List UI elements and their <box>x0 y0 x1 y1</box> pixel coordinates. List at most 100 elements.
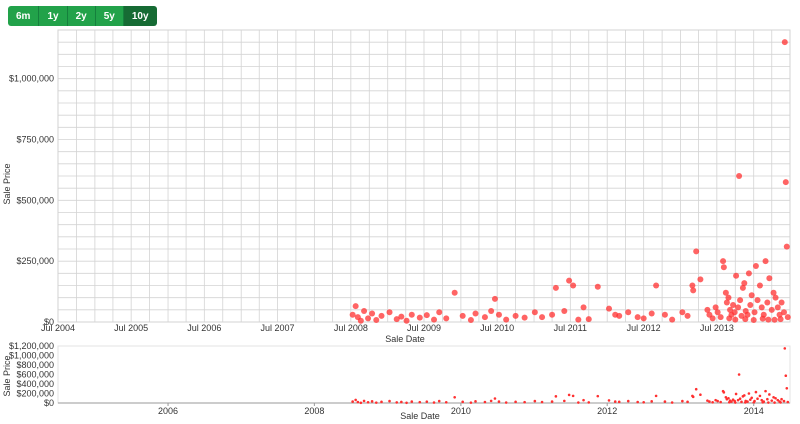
overview-data-point <box>650 400 653 403</box>
data-point <box>594 283 601 290</box>
data-point <box>781 39 788 46</box>
overview-data-point <box>686 400 689 404</box>
overview-data-point <box>733 401 737 404</box>
data-point <box>669 316 676 323</box>
overview-x-tick-label: 2012 <box>597 406 617 416</box>
overview-data-point <box>783 347 787 350</box>
overview-data-point <box>540 400 544 404</box>
data-point <box>352 303 359 310</box>
overview-plot-area <box>57 345 791 404</box>
overview-data-point <box>554 395 558 398</box>
overview-data-point <box>654 394 658 398</box>
overview-data-point <box>563 399 566 403</box>
main-y-tick-label: $250,000 <box>16 256 54 266</box>
overview-data-point <box>626 399 630 403</box>
overview-data-point <box>395 401 399 404</box>
overview-data-point <box>437 399 441 403</box>
main-x-tick-label: Jul 2008 <box>334 323 368 333</box>
data-point <box>717 314 724 321</box>
data-point <box>782 179 789 186</box>
data-point <box>751 309 758 316</box>
data-point <box>491 295 498 302</box>
overview-data-point <box>351 400 354 403</box>
data-point <box>720 258 727 265</box>
data-point <box>549 311 556 318</box>
data-point <box>531 309 538 316</box>
overview-data-point <box>533 399 537 403</box>
overview-data-point <box>354 398 357 402</box>
data-point <box>512 312 519 319</box>
overview-data-point <box>356 400 360 404</box>
overview-data-point <box>359 401 363 405</box>
overview-frame <box>57 345 791 404</box>
data-point <box>750 317 757 324</box>
data-point <box>585 316 592 323</box>
overview-y-tick-label: $0 <box>44 398 54 408</box>
data-point <box>365 315 372 322</box>
main-x-tick-label: Jul 2010 <box>480 323 514 333</box>
overview-data-point <box>727 396 730 400</box>
data-point <box>697 276 704 283</box>
overview-data-point <box>681 399 684 403</box>
data-point <box>736 173 743 179</box>
overview-data-point <box>708 400 711 403</box>
data-point <box>443 315 450 322</box>
overview-data-point <box>767 401 770 404</box>
data-point <box>369 310 376 317</box>
overview-data-point <box>779 401 782 404</box>
overview-data-point <box>773 401 776 404</box>
overview-data-point <box>405 401 408 405</box>
overview-data-point <box>617 400 621 404</box>
overview-data-point <box>400 400 403 404</box>
overview-data-point <box>577 401 580 404</box>
data-point <box>752 263 759 270</box>
data-point <box>431 316 438 323</box>
overview-data-point <box>784 374 788 377</box>
data-point <box>616 312 623 319</box>
data-point <box>625 309 632 316</box>
overview-y-tick-label: $400,000 <box>16 379 54 389</box>
data-point <box>416 314 423 321</box>
overview-data-point <box>469 401 473 404</box>
data-point <box>764 299 771 306</box>
overview-data-point <box>764 389 767 393</box>
overview-data-point <box>774 396 777 400</box>
data-point <box>737 297 744 304</box>
overview-data-point <box>766 397 769 401</box>
overview-data-point <box>734 392 738 396</box>
overview-data-point <box>366 400 370 404</box>
overview-y-axis-label: Sale Price <box>2 355 12 396</box>
overview-data-point <box>453 396 456 399</box>
data-point <box>741 280 748 287</box>
data-point <box>378 312 385 319</box>
data-point <box>408 311 415 318</box>
data-point <box>467 317 474 324</box>
overview-data-point <box>761 401 765 404</box>
data-point <box>640 315 647 322</box>
data-point <box>762 258 769 265</box>
overview-data-point <box>587 401 591 404</box>
overview-data-point <box>493 397 497 400</box>
overview-data-point <box>514 400 517 404</box>
overview-data-point <box>756 397 759 401</box>
data-point <box>754 297 761 304</box>
data-point <box>765 316 772 323</box>
data-point <box>488 308 495 315</box>
data-point <box>570 282 577 289</box>
main-x-axis: Jul 2004 Jul 2005 Jul 2006 Jul 2007 Jul 2008… <box>41 323 734 333</box>
data-point <box>349 311 356 318</box>
overview-x-tick-label: 2010 <box>451 406 471 416</box>
data-point <box>580 304 587 311</box>
main-x-tick-label: Jul 2005 <box>114 323 148 333</box>
overview-data-point <box>432 401 436 404</box>
overview-data-point <box>744 401 747 404</box>
data-point <box>783 243 790 250</box>
main-y-tick-label: $500,000 <box>16 195 54 205</box>
data-point <box>361 308 368 315</box>
overview-y-tick-label: $1,200,000 <box>9 341 54 351</box>
overview-data-point <box>782 399 786 403</box>
overview-y-tick-label: $1,000,000 <box>9 351 54 361</box>
data-point <box>561 308 568 315</box>
overview-data-point <box>711 400 714 404</box>
overview-data-point <box>722 391 726 394</box>
